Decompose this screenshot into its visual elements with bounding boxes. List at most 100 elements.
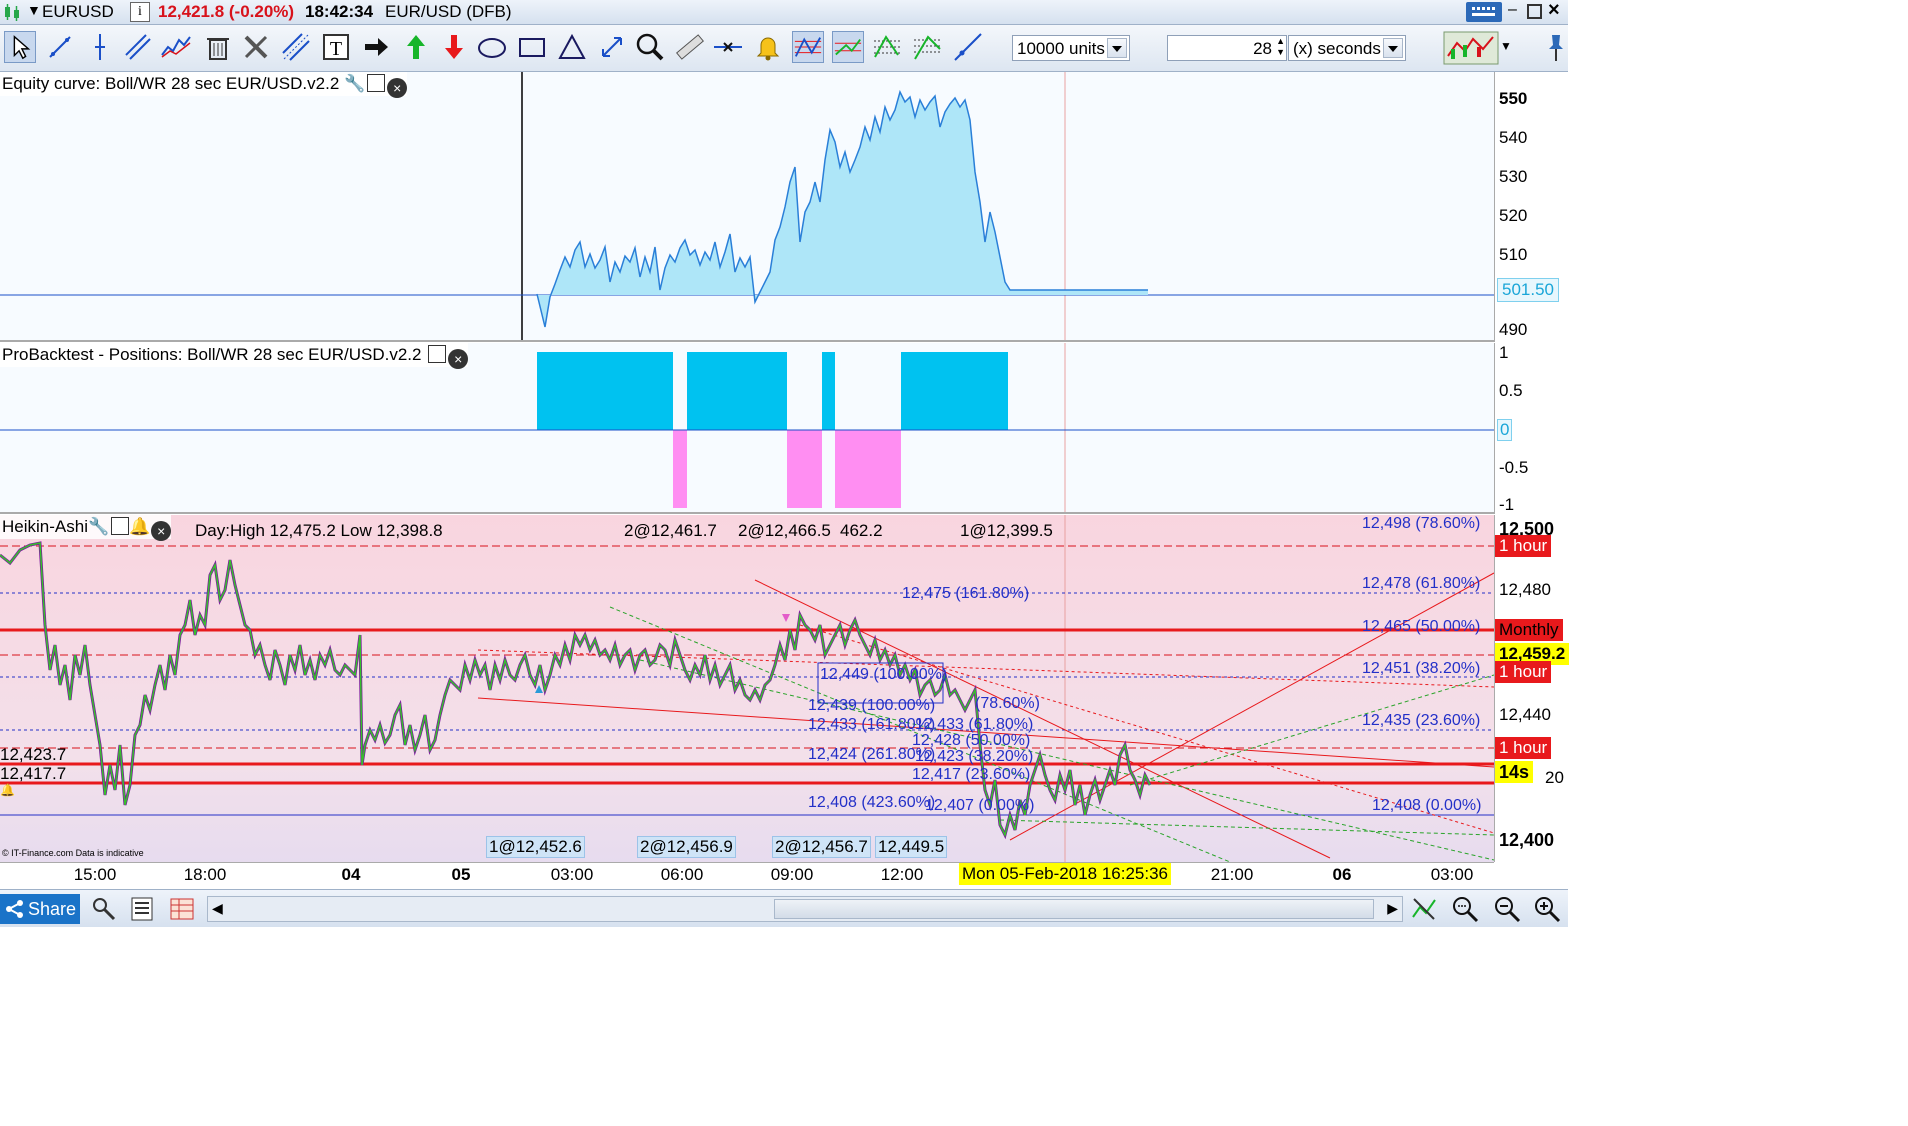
- fibonacci-extension-icon[interactable]: [832, 31, 864, 63]
- fib-level-label: 12,478 (61.80%): [1362, 575, 1481, 592]
- axis-tick: -1: [1499, 495, 1515, 514]
- chevron-down-icon[interactable]: [1107, 38, 1127, 58]
- table-icon[interactable]: [168, 895, 196, 923]
- scrollbar-thumb[interactable]: [774, 899, 1374, 919]
- units-select[interactable]: 10000 units: [1012, 35, 1130, 61]
- positions-panel-title: ProBacktest - Positions: Boll/WR 28 sec …: [2, 345, 422, 364]
- clock-time: 18:42:34: [305, 2, 374, 21]
- close-panel-icon[interactable]: ×: [448, 349, 469, 369]
- fib-level-label: 12,498 (78.60%): [1362, 515, 1481, 532]
- close-panel-icon[interactable]: ×: [387, 78, 408, 98]
- axis-tick: 530: [1499, 167, 1528, 186]
- share-button[interactable]: Share: [0, 894, 80, 924]
- ray-line-icon[interactable]: [952, 31, 984, 63]
- rectangle-icon[interactable]: [516, 31, 548, 63]
- tools-menu-icon[interactable]: [90, 895, 118, 923]
- wrench-icon[interactable]: 🔧: [88, 517, 109, 536]
- axis-tick: 520: [1499, 206, 1528, 225]
- timeframe-flag: 1 hour: [1495, 661, 1552, 683]
- positions-panel-label: ProBacktest - Positions: Boll/WR 28 sec …: [0, 343, 469, 369]
- arrow-up-icon[interactable]: [400, 31, 432, 63]
- close-panel-icon[interactable]: ×: [151, 521, 172, 541]
- zoom-out-icon[interactable]: [1492, 895, 1522, 923]
- list-icon[interactable]: [128, 895, 156, 923]
- copyright: © IT-Finance.com Data is indicative: [2, 848, 144, 858]
- minimize-icon[interactable]: –: [1508, 1, 1517, 19]
- short-position-bar: [787, 430, 822, 508]
- tools-icon[interactable]: [240, 31, 272, 63]
- triangle-icon[interactable]: [556, 31, 588, 63]
- symbol-dropdown-icon[interactable]: ▼: [27, 2, 41, 18]
- price-panel-label: Heikin-Ashi🔧 🔔 ×: [0, 515, 172, 541]
- ruler-icon[interactable]: [674, 31, 706, 63]
- fib-level-label: 12,408 (0.00%): [1372, 797, 1482, 814]
- fibonacci-retracement-icon[interactable]: [792, 31, 824, 63]
- axis-tick: 12,400: [1499, 830, 1555, 850]
- long-position-bar: [822, 352, 835, 430]
- price-chart: [0, 515, 1494, 862]
- order-label: 1@12,452.6: [486, 836, 585, 858]
- arrow-down-icon[interactable]: [438, 31, 470, 63]
- stepper-arrows-icon[interactable]: ▲ ▼: [1276, 36, 1285, 58]
- maximize-panel-icon[interactable]: [367, 74, 386, 92]
- fibonacci-fan-icon[interactable]: [872, 31, 904, 63]
- axis-tick: -0.5: [1499, 458, 1529, 477]
- parallel-lines-icon[interactable]: [280, 31, 312, 63]
- time-label: 03:00: [550, 865, 594, 884]
- scroll-left-icon[interactable]: ◀: [212, 900, 223, 917]
- maximize-panel-icon[interactable]: [111, 517, 130, 535]
- short-position-bar: [673, 430, 687, 508]
- vertical-line-icon[interactable]: [84, 31, 116, 63]
- alert-bell-icon[interactable]: 🔔: [0, 783, 15, 797]
- pin-icon[interactable]: [1546, 31, 1566, 65]
- fibonacci-time-icon[interactable]: [912, 31, 944, 63]
- period-stepper[interactable]: 28 ▲ ▼: [1167, 35, 1287, 61]
- zoom-in-icon[interactable]: [1532, 895, 1562, 923]
- restore-icon[interactable]: [1527, 4, 1542, 19]
- equity-price-axis: 550 540 530 520 510 490 501.50: [1494, 72, 1568, 342]
- alert-bell-icon[interactable]: 🔔: [129, 515, 150, 539]
- chart-type-dropdown-icon[interactable]: ▼: [1500, 39, 1512, 53]
- horizontal-line-icon[interactable]: [712, 31, 744, 63]
- axis-tick: 490: [1499, 320, 1528, 339]
- keyboard-icon[interactable]: [1466, 2, 1502, 22]
- scroll-right-icon[interactable]: ▶: [1387, 900, 1398, 917]
- resize-icon[interactable]: [596, 31, 628, 63]
- zoom-icon[interactable]: [634, 31, 666, 63]
- maximize-panel-icon[interactable]: [428, 345, 447, 363]
- pointer-icon[interactable]: [4, 31, 36, 63]
- equity-curve-panel: Equity curve: Boll/WR 28 sec EUR/USD.v2.…: [0, 72, 1494, 342]
- price-panel: Heikin-Ashi🔧 🔔 × Day:High 12,475.2 Low 12,…: [0, 515, 1494, 862]
- text-tool-icon[interactable]: T: [320, 31, 352, 63]
- equity-panel-title: Equity curve: Boll/WR 28 sec EUR/USD.v2.…: [2, 74, 340, 93]
- share-icon: [6, 900, 23, 918]
- time-label: 18:00: [183, 865, 227, 884]
- symbol-name[interactable]: EURUSD: [42, 2, 114, 22]
- autoscale-icon[interactable]: [1410, 895, 1438, 923]
- trend-line-icon[interactable]: [44, 31, 76, 63]
- axis-tick: 550: [1499, 89, 1528, 108]
- ellipse-icon[interactable]: [476, 31, 508, 63]
- time-label: 04: [341, 865, 361, 884]
- wrench-icon[interactable]: 🔧: [344, 74, 365, 93]
- price-panel-title: Heikin-Ashi: [2, 517, 88, 536]
- drawing-toolbar: T 10000 units 28 ▲ ▼ (x) seconds ▼: [0, 25, 1568, 72]
- close-window-icon[interactable]: ×: [1548, 0, 1560, 22]
- axis-tick: 20: [1545, 768, 1564, 787]
- fib-level-label: 12,417 (23.60%): [912, 766, 1031, 783]
- alert-bell-icon[interactable]: [752, 31, 784, 63]
- order-label: 462.2: [840, 521, 883, 540]
- period-unit-select[interactable]: (x) seconds: [1288, 35, 1406, 61]
- trash-icon[interactable]: [202, 31, 234, 63]
- indicator-line-icon[interactable]: [160, 31, 192, 63]
- chart-type-icon[interactable]: [1443, 31, 1499, 65]
- info-icon[interactable]: i: [130, 2, 150, 22]
- axis-tick: 12,480: [1499, 580, 1551, 599]
- horizontal-scrollbar[interactable]: ◀ ▶: [207, 896, 1403, 922]
- level-label: 12,417.7: [0, 764, 67, 783]
- zoom-fit-icon[interactable]: [1450, 895, 1480, 923]
- positions-axis: 1 0.5 -0.5 -1 0: [1494, 343, 1568, 514]
- chevron-down-icon[interactable]: [1383, 38, 1403, 58]
- arrow-right-icon[interactable]: [360, 31, 392, 63]
- channel-icon[interactable]: [122, 31, 154, 63]
